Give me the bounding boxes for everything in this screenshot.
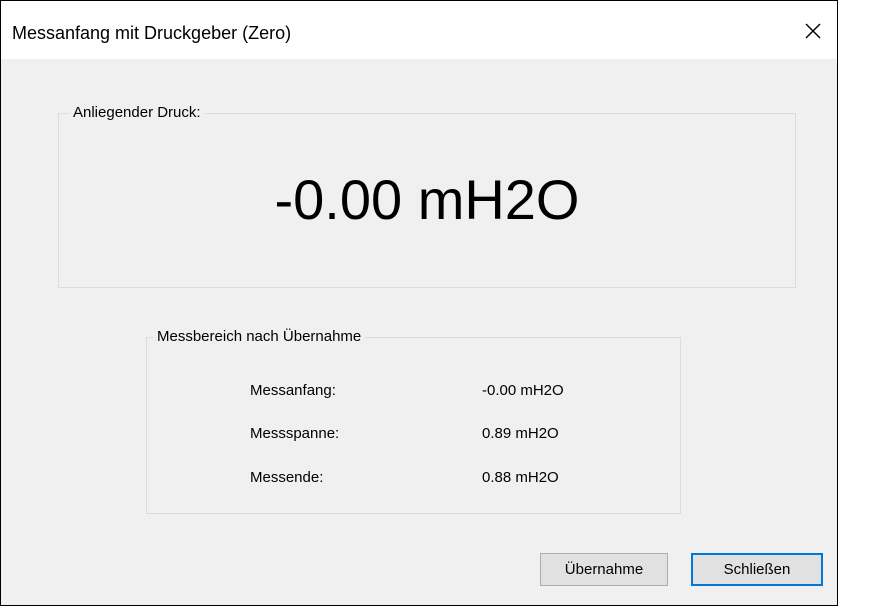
start-label: Messanfang: — [250, 382, 336, 399]
end-label: Messende: — [250, 469, 324, 486]
pressure-value: -0.00 mH2O — [274, 168, 580, 231]
range-group: Messbereich nach Übernahme Messanfang: -… — [146, 328, 681, 514]
end-value: 0.88 mH2O — [482, 469, 559, 486]
span-value: 0.89 mH2O — [482, 425, 559, 442]
range-group-label: Messbereich nach Übernahme — [153, 328, 366, 345]
pressure-group: Anliegender Druck: -0.00 mH2O — [58, 104, 796, 288]
start-value: -0.00 mH2O — [482, 382, 564, 399]
window-title: Messanfang mit Druckgeber (Zero) — [12, 23, 292, 43]
title-bar[interactable]: Messanfang mit Druckgeber (Zero) — [1, 1, 837, 59]
close-button[interactable]: Schließen — [691, 553, 823, 586]
span-label: Messspanne: — [250, 425, 340, 442]
pressure-group-label: Anliegender Druck: — [69, 104, 205, 121]
close-icon[interactable] — [799, 17, 827, 45]
dialog-window: Messanfang mit Druckgeber (Zero) Anliege… — [0, 0, 838, 606]
apply-button[interactable]: Übernahme — [540, 553, 668, 586]
